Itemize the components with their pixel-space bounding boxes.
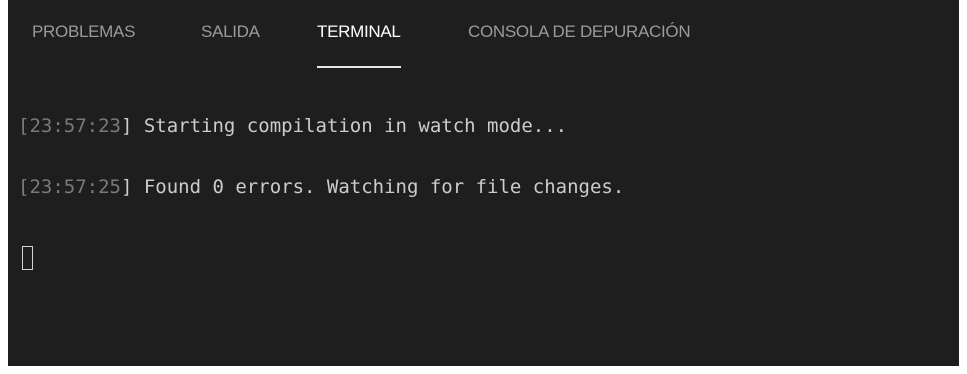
timestamp-bracket-close: ]	[120, 176, 133, 198]
terminal-cursor	[22, 246, 33, 270]
terminal-output[interactable]: [23:57:23] Starting compilation in watch…	[18, 100, 949, 356]
log-message: Found 0 errors. Watching for file change…	[132, 176, 625, 198]
tab-terminal[interactable]: TERMINAL	[317, 22, 401, 68]
terminal-line: [23:57:25] Found 0 errors. Watching for …	[18, 175, 624, 199]
tab-problems[interactable]: PROBLEMAS	[32, 22, 135, 62]
active-tab-indicator	[317, 66, 401, 68]
timestamp-bracket-open: [	[18, 176, 30, 198]
tab-debug-console-label: CONSOLA DE DEPURACIÓN	[468, 22, 691, 41]
panel-tab-bar: PROBLEMAS SALIDA TERMINAL CONSOLA DE DEP…	[8, 0, 959, 72]
tab-debug-console[interactable]: CONSOLA DE DEPURACIÓN	[468, 22, 691, 62]
tab-problems-label: PROBLEMAS	[32, 22, 136, 41]
timestamp-bracket-open: [	[18, 115, 30, 137]
timestamp: 23:57:25	[29, 176, 121, 198]
tab-output-label: SALIDA	[201, 22, 260, 41]
terminal-line: [23:57:23] Starting compilation in watch…	[18, 114, 567, 138]
timestamp-bracket-close: ]	[120, 115, 133, 137]
tab-output[interactable]: SALIDA	[201, 22, 260, 62]
log-message: Starting compilation in watch mode...	[132, 115, 568, 137]
terminal-panel: PROBLEMAS SALIDA TERMINAL CONSOLA DE DEP…	[8, 0, 959, 366]
timestamp: 23:57:23	[29, 115, 121, 137]
tab-terminal-label: TERMINAL	[317, 22, 401, 41]
